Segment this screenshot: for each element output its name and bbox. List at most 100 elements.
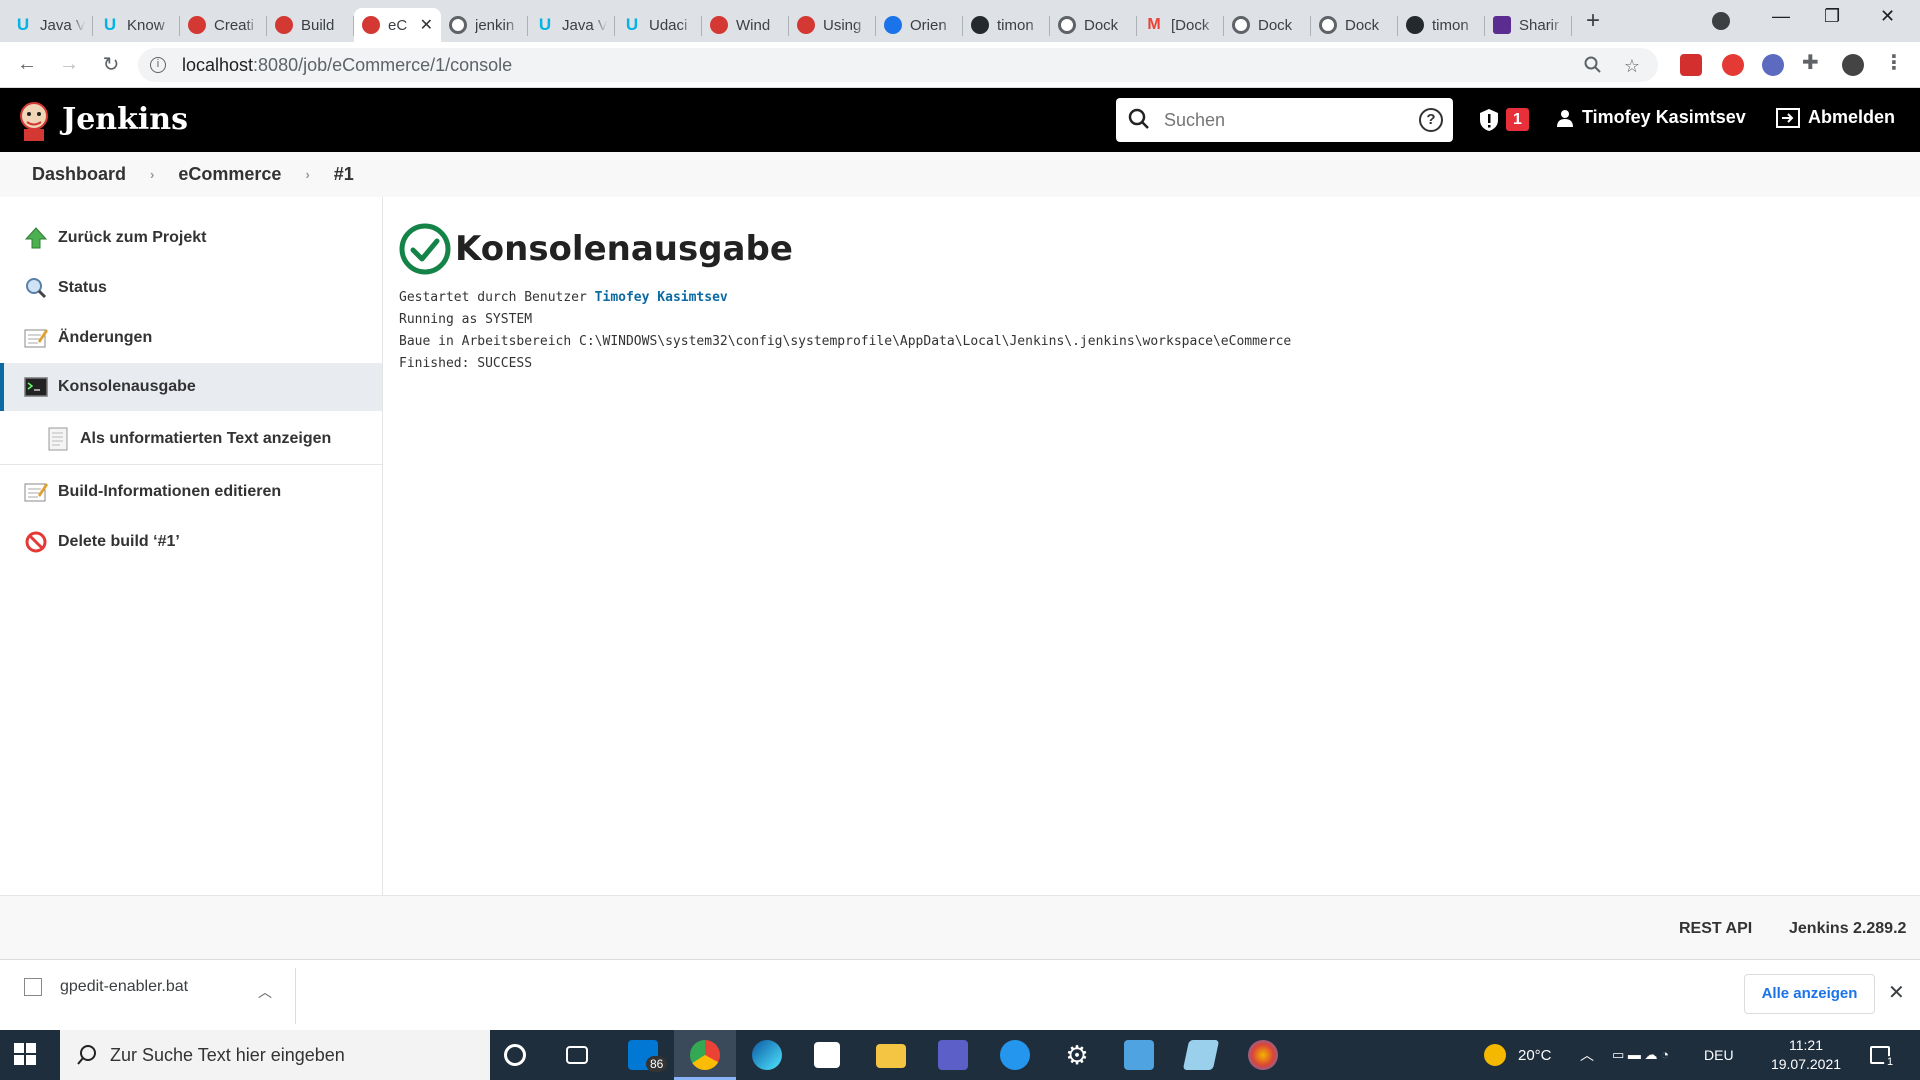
paint-icon[interactable] bbox=[1248, 1040, 1278, 1070]
cortana-icon[interactable] bbox=[504, 1044, 526, 1066]
show-all-downloads-button[interactable]: Alle anzeigen bbox=[1744, 974, 1875, 1014]
browser-tab[interactable]: U Java V bbox=[528, 8, 615, 42]
breadcrumb-separator-icon[interactable]: › bbox=[305, 167, 309, 182]
tray-icons[interactable]: ▭ ▬ ☁ ◔ bbox=[1612, 1030, 1669, 1080]
browser-tab[interactable]: Dock bbox=[1050, 8, 1137, 42]
tab-search-icon[interactable] bbox=[1712, 12, 1730, 30]
breadcrumb-separator-icon[interactable]: › bbox=[150, 167, 154, 182]
browser-tab[interactable]: Build bbox=[267, 8, 354, 42]
alert-count-badge[interactable]: 1 bbox=[1506, 108, 1529, 131]
close-window-button[interactable]: ✕ bbox=[1880, 6, 1895, 27]
teams-icon[interactable] bbox=[938, 1040, 968, 1070]
browser-tab[interactable]: Sharir bbox=[1485, 8, 1572, 42]
tray-chevron-icon[interactable]: ︿ bbox=[1580, 1030, 1594, 1080]
sidebar-item-delete-build[interactable]: Delete build ‘#1’ bbox=[0, 517, 382, 566]
store-icon[interactable] bbox=[814, 1042, 840, 1068]
notification-center-icon[interactable]: 1 bbox=[1870, 1030, 1897, 1080]
breadcrumb-ecommerce[interactable]: eCommerce bbox=[178, 164, 281, 185]
download-bar: gpedit-enabler.bat ︿ Alle anzeigen ✕ bbox=[0, 959, 1920, 1030]
gmail-favicon-icon: M bbox=[1147, 16, 1161, 33]
time: 11:21 bbox=[1789, 1037, 1823, 1053]
browser-tab[interactable]: jenkin bbox=[441, 8, 528, 42]
close-icon[interactable]: ✕ bbox=[1888, 980, 1905, 1005]
browser-tab[interactable]: eC ✕ bbox=[354, 8, 441, 42]
reload-button[interactable]: ↻ bbox=[96, 52, 126, 77]
browser-tab[interactable]: Dock bbox=[1224, 8, 1311, 42]
extensions-puzzle-icon[interactable]: ✚ bbox=[1802, 50, 1824, 74]
user-menu[interactable]: Timofey Kasimtsev bbox=[1556, 107, 1746, 128]
sidebar-item-changes[interactable]: Änderungen bbox=[0, 313, 382, 362]
task-view-icon[interactable] bbox=[566, 1046, 588, 1064]
github-favicon-icon bbox=[1406, 16, 1424, 34]
new-tab-button[interactable]: + bbox=[1586, 7, 1600, 35]
browser-tab[interactable]: Dock bbox=[1311, 8, 1398, 42]
chevron-up-icon[interactable]: ︿ bbox=[258, 982, 272, 1002]
browser-tab[interactable]: timon bbox=[963, 8, 1050, 42]
clock[interactable]: 11:21 19.07.2021 bbox=[1770, 1036, 1842, 1074]
site-info-icon[interactable]: i bbox=[150, 57, 166, 73]
windows-start-icon[interactable] bbox=[14, 1043, 36, 1065]
help-icon[interactable]: ? bbox=[1419, 108, 1443, 132]
browser-tab[interactable]: Wind bbox=[702, 8, 789, 42]
browser-menu-icon[interactable]: ⋮ bbox=[1884, 50, 1906, 74]
main-content: Konsolenausgabe Gestartet durch Benutzer… bbox=[383, 197, 1920, 895]
browser-tab[interactable]: timon bbox=[1398, 8, 1485, 42]
browser-tab-title: Dock bbox=[1258, 16, 1293, 34]
bookmark-star-icon[interactable]: ☆ bbox=[1624, 56, 1640, 79]
sidebar-item-status[interactable]: Status bbox=[0, 263, 382, 312]
console-user-link[interactable]: Timofey Kasimtsev bbox=[595, 290, 728, 305]
language-indicator[interactable]: DEU bbox=[1704, 1030, 1734, 1080]
docker-favicon-icon bbox=[1232, 16, 1250, 34]
sidebar-item-edit-build-info[interactable]: Build-Informationen editieren bbox=[0, 467, 382, 516]
breadcrumb-build-1[interactable]: #1 bbox=[334, 164, 354, 185]
jenkins-brand[interactable]: Jenkins bbox=[62, 102, 188, 137]
close-tab-icon[interactable]: ✕ bbox=[420, 15, 433, 35]
windows-search-box[interactable]: Zur Suche Text hier eingeben bbox=[60, 1030, 490, 1080]
docker-icon[interactable] bbox=[1000, 1040, 1030, 1070]
zoom-icon[interactable] bbox=[1584, 56, 1602, 79]
address-bar[interactable]: i localhost:8080/job/eCommerce/1/console… bbox=[138, 48, 1658, 82]
udacity-favicon-icon: U bbox=[103, 15, 117, 34]
search-box[interactable]: ? bbox=[1116, 98, 1453, 142]
control-panel-icon[interactable] bbox=[1124, 1040, 1154, 1070]
profile-avatar[interactable] bbox=[1842, 54, 1864, 76]
weather-widget[interactable]: 20°C bbox=[1484, 1030, 1552, 1080]
forward-button[interactable]: → bbox=[54, 53, 84, 76]
settings-gear-icon[interactable]: ⚙ bbox=[1062, 1040, 1092, 1070]
sidebar-item-console-output[interactable]: Konsolenausgabe bbox=[0, 363, 382, 411]
jenkins-favicon-icon bbox=[362, 16, 380, 34]
back-button[interactable]: ← bbox=[12, 53, 42, 76]
notepad-app-icon[interactable] bbox=[1182, 1040, 1220, 1070]
file-explorer-icon[interactable] bbox=[876, 1044, 906, 1068]
browser-tab-title: Sharir bbox=[1519, 16, 1560, 34]
logout-link[interactable]: Abmelden bbox=[1776, 107, 1895, 128]
extension-red-icon[interactable] bbox=[1722, 54, 1744, 76]
chrome-icon[interactable] bbox=[690, 1040, 720, 1070]
browser-tab[interactable]: Using bbox=[789, 8, 876, 42]
browser-tab-title: eC bbox=[388, 16, 408, 34]
download-item[interactable]: gpedit-enabler.bat bbox=[24, 978, 188, 996]
sidebar-item-back-to-project[interactable]: Zurück zum Projekt bbox=[0, 213, 382, 262]
browser-tab[interactable]: U Udaci bbox=[615, 8, 702, 42]
minimize-button[interactable]: — bbox=[1772, 6, 1790, 27]
security-shield-icon[interactable] bbox=[1478, 108, 1500, 132]
jenkins-logo[interactable] bbox=[16, 100, 52, 142]
search-input[interactable] bbox=[1164, 109, 1404, 131]
jenkins-version-link[interactable]: Jenkins 2.289.2 bbox=[1789, 920, 1906, 938]
breadcrumb-dashboard[interactable]: Dashboard bbox=[32, 164, 126, 185]
browser-tab[interactable]: M [Dock bbox=[1137, 8, 1224, 42]
sidebar-item-plain-text[interactable]: Als unformatierten Text anzeigen bbox=[0, 413, 382, 465]
rest-api-link[interactable]: REST API bbox=[1679, 920, 1752, 938]
browser-tab[interactable]: U Know bbox=[93, 8, 180, 42]
jenkins-footer: REST API Jenkins 2.289.2 bbox=[0, 895, 1920, 959]
browser-tab[interactable]: U Java V bbox=[6, 8, 93, 42]
browser-tab[interactable]: Orien bbox=[876, 8, 963, 42]
url-path: :8080/job/eCommerce/1/console bbox=[253, 54, 513, 75]
browser-tab[interactable]: Creati bbox=[180, 8, 267, 42]
windows-taskbar: Zur Suche Text hier eingeben 86 ⚙ 20°C ︿… bbox=[0, 1030, 1920, 1080]
extension-lastpass-icon[interactable] bbox=[1680, 54, 1702, 76]
edge-icon[interactable] bbox=[752, 1040, 782, 1070]
orient-favicon-icon bbox=[884, 16, 902, 34]
extension-purple-icon[interactable] bbox=[1762, 54, 1784, 76]
maximize-button[interactable]: ❐ bbox=[1824, 6, 1840, 27]
